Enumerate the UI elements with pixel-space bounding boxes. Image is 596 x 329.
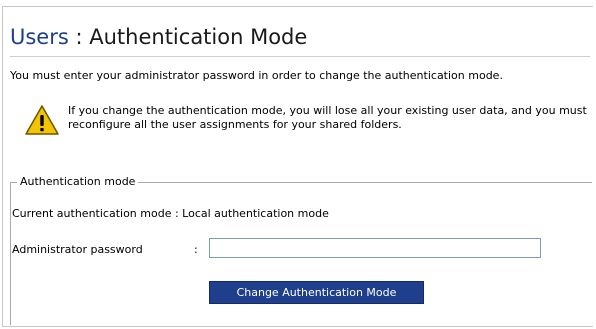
current-mode-value: Local authentication mode — [182, 207, 329, 220]
intro-text: You must enter your administrator passwo… — [10, 69, 503, 82]
current-mode-separator: : — [171, 207, 183, 220]
title-divider — [10, 56, 590, 57]
page-title: Users : Authentication Mode — [10, 23, 307, 51]
authentication-mode-legend: Authentication mode — [20, 175, 136, 188]
password-separator: : — [194, 243, 198, 256]
title-separator: : — [68, 25, 90, 49]
current-mode-label: Current authentication mode — [12, 207, 172, 220]
title-text: Authentication Mode — [89, 25, 308, 49]
warning-triangle-icon — [24, 104, 60, 136]
warning-text: If you change the authentication mode, y… — [68, 104, 587, 131]
current-mode-row: Current authentication mode : Local auth… — [12, 207, 329, 221]
change-authentication-mode-button[interactable]: Change Authentication Mode — [209, 281, 424, 304]
administrator-password-input[interactable] — [209, 238, 541, 258]
breadcrumb-users[interactable]: Users — [10, 25, 69, 49]
password-label: Administrator password — [12, 243, 143, 256]
